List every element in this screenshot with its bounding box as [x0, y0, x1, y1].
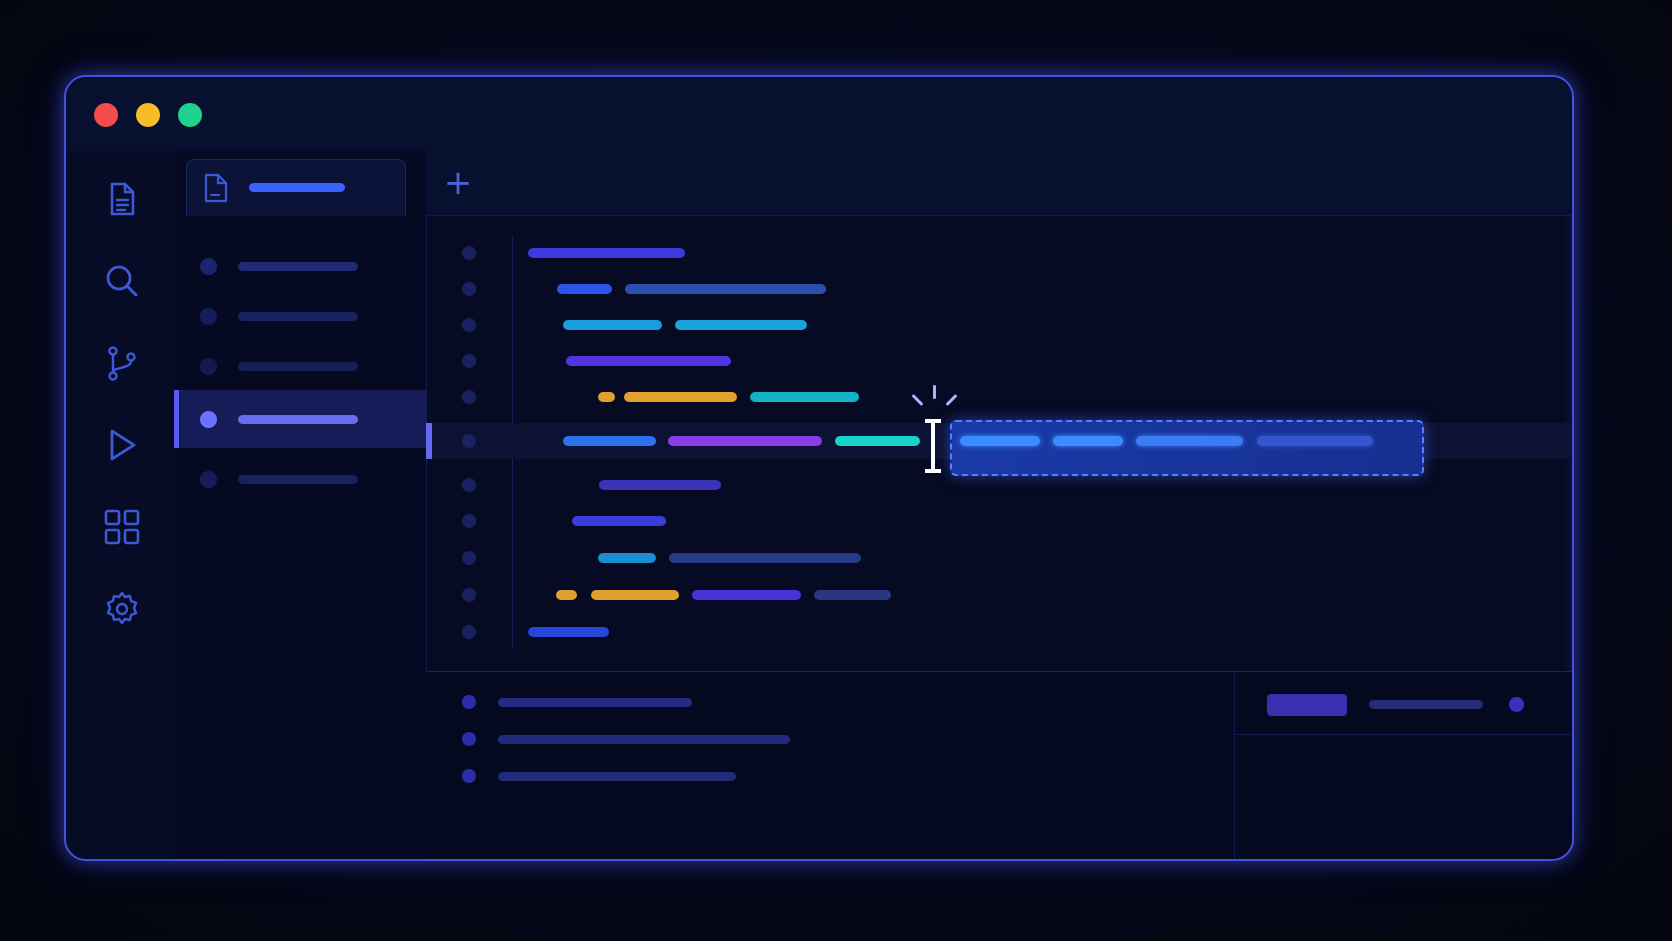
code-token	[625, 284, 826, 294]
file-name	[238, 475, 358, 484]
tab-title	[249, 183, 345, 192]
minimize-window-button[interactable]	[136, 103, 160, 127]
code-line[interactable]	[426, 503, 1572, 539]
code-line[interactable]	[426, 614, 1572, 650]
code-token	[598, 392, 615, 402]
file-name	[238, 362, 358, 371]
code-token	[563, 320, 662, 330]
panel-bullet-icon	[462, 695, 476, 709]
line-marker-icon	[462, 354, 476, 368]
file-name	[238, 262, 358, 271]
open-file-tab[interactable]	[186, 159, 406, 216]
line-marker-icon	[462, 246, 476, 260]
plus-icon[interactable]: +	[440, 165, 476, 201]
file-name	[238, 415, 358, 424]
code-line[interactable]	[426, 271, 1572, 307]
status-label	[1369, 700, 1483, 709]
code-token	[750, 392, 859, 402]
code-line[interactable]	[426, 379, 1572, 415]
bottom-panel	[426, 671, 1572, 859]
line-marker-icon	[462, 434, 476, 448]
code-line[interactable]	[426, 343, 1572, 379]
code-line[interactable]	[426, 540, 1572, 576]
line-marker-icon	[462, 478, 476, 492]
line-marker-icon	[462, 318, 476, 332]
title-bar	[66, 77, 1572, 152]
source-control-icon[interactable]	[104, 345, 140, 381]
code-token	[814, 590, 891, 600]
file-item[interactable]	[174, 344, 426, 388]
file-item[interactable]	[174, 244, 426, 288]
code-token	[669, 553, 861, 563]
file-bullet-icon	[200, 258, 217, 275]
code-token	[599, 480, 721, 490]
code-token	[563, 436, 656, 446]
maximize-window-button[interactable]	[178, 103, 202, 127]
code-editor[interactable]: +	[426, 151, 1572, 671]
line-marker-icon	[462, 588, 476, 602]
file-bullet-icon	[200, 471, 217, 488]
file-bullet-icon	[200, 308, 217, 325]
panel-row-text	[498, 735, 790, 744]
suggestion-token	[1136, 436, 1243, 446]
panel-bullet-icon	[462, 732, 476, 746]
code-token	[528, 627, 609, 637]
line-marker-icon	[462, 514, 476, 528]
line-marker-icon	[462, 625, 476, 639]
panel-row-text	[498, 698, 692, 707]
suggestion-token	[1053, 436, 1123, 446]
code-token	[624, 392, 737, 402]
file-icon[interactable]	[104, 181, 140, 217]
panel-row-text	[498, 772, 736, 781]
file-bullet-icon	[200, 411, 217, 428]
file-name	[238, 312, 358, 321]
file-item[interactable]	[174, 457, 426, 501]
code-line[interactable]	[426, 467, 1572, 503]
code-token	[591, 590, 679, 600]
activity-bar	[66, 151, 175, 859]
close-window-button[interactable]	[94, 103, 118, 127]
code-token	[692, 590, 801, 600]
file-bullet-icon	[200, 358, 217, 375]
settings-icon[interactable]	[104, 591, 140, 627]
code-line[interactable]	[426, 577, 1572, 613]
status-badge[interactable]	[1267, 694, 1347, 716]
run-icon[interactable]	[104, 427, 140, 463]
line-marker-icon	[462, 390, 476, 404]
text-cursor-icon	[925, 419, 941, 473]
code-token	[556, 590, 577, 600]
code-token	[668, 436, 822, 446]
file-item[interactable]	[174, 294, 426, 338]
file-icon	[204, 173, 228, 203]
code-line[interactable]	[426, 235, 1572, 271]
status-toolbar	[1235, 672, 1572, 735]
file-item-active[interactable]	[174, 390, 426, 448]
code-token	[557, 284, 612, 294]
editor-tab-strip: +	[426, 151, 1572, 216]
line-marker-icon	[462, 551, 476, 565]
status-dot-icon	[1509, 697, 1524, 712]
code-token	[835, 436, 920, 446]
suggestion-token	[960, 436, 1040, 446]
code-token	[572, 516, 666, 526]
code-token	[528, 248, 685, 258]
code-line-current[interactable]	[426, 385, 1572, 476]
suggestion-token	[1257, 436, 1373, 446]
panel-bullet-icon	[462, 769, 476, 783]
line-marker-icon	[462, 282, 476, 296]
file-explorer	[174, 151, 427, 859]
status-pane	[1234, 672, 1572, 859]
code-token	[675, 320, 807, 330]
extensions-icon[interactable]	[104, 509, 140, 545]
search-icon[interactable]	[104, 263, 140, 299]
code-line[interactable]	[426, 307, 1572, 343]
editor-window: +	[64, 75, 1574, 861]
sparkle-icon	[933, 385, 936, 399]
code-token	[566, 356, 731, 366]
code-token	[598, 553, 656, 563]
